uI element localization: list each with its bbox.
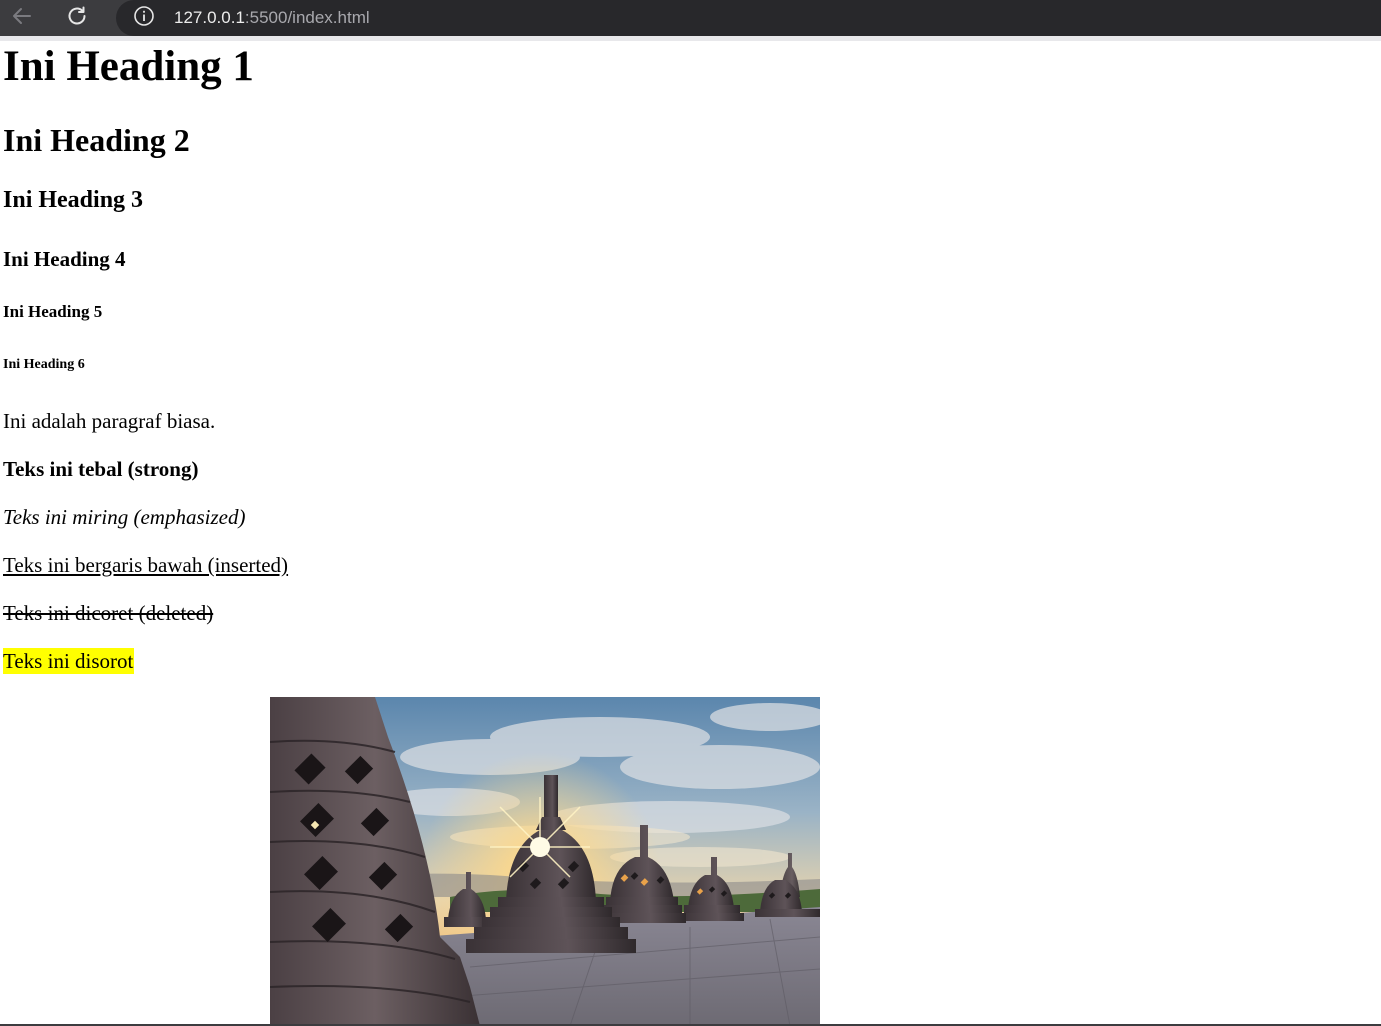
borobudur-stupa-image — [270, 697, 820, 1025]
site-info-button[interactable] — [133, 5, 155, 32]
info-icon — [133, 5, 155, 32]
heading-4: Ini Heading 4 — [3, 247, 126, 271]
url-path: :5500/index.html — [244, 8, 370, 27]
reload-icon — [65, 4, 89, 33]
emphasized-text: Teks ini miring (emphasized) — [3, 505, 246, 529]
highlighted-text: Teks ini disorot — [3, 648, 135, 674]
heading-1: Ini Heading 1 — [3, 43, 254, 90]
browser-toolbar: 127.0.0.1:5500/index.html — [0, 0, 1381, 36]
back-button[interactable] — [4, 0, 40, 36]
inserted-text: Teks ini bergaris bawah (inserted) — [3, 553, 289, 577]
url-text[interactable]: 127.0.0.1:5500/index.html — [174, 8, 370, 28]
reload-button[interactable] — [59, 0, 95, 36]
strong-text: Teks ini tebal (strong) — [3, 457, 199, 481]
heading-2: Ini Heading 2 — [3, 122, 190, 158]
heading-3: Ini Heading 3 — [3, 187, 144, 213]
heading-5: Ini Heading 5 — [3, 302, 103, 321]
address-bar[interactable]: 127.0.0.1:5500/index.html — [116, 0, 1381, 36]
temple-photo — [270, 697, 820, 1025]
paragraph-text: Ini adalah paragraf biasa. — [3, 409, 216, 433]
url-host: 127.0.0.1 — [174, 8, 245, 27]
deleted-text: Teks ini dicoret (deleted) — [3, 601, 214, 625]
heading-6: Ini Heading 6 — [3, 357, 85, 372]
arrow-left-icon — [11, 5, 33, 32]
page-content: Ini Heading 1 Ini Heading 2 Ini Heading … — [0, 41, 1381, 1025]
